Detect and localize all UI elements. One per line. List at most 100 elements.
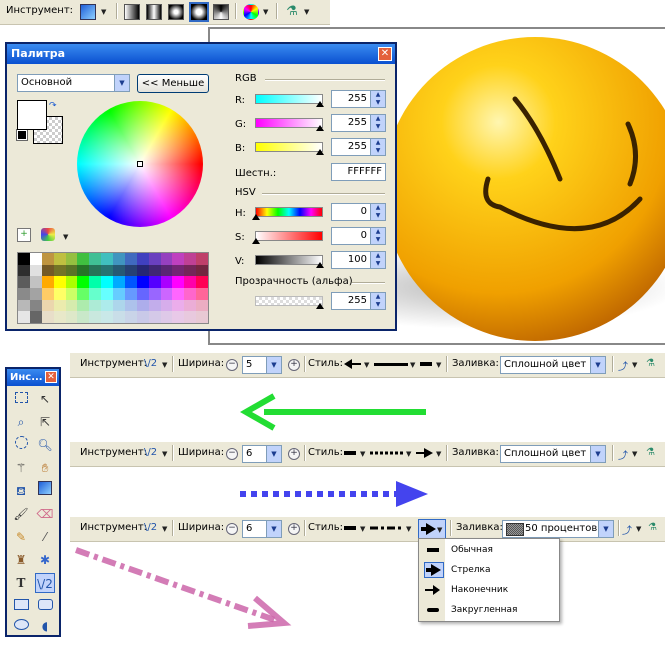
palette-swatch[interactable]	[172, 311, 185, 323]
alpha-slider[interactable]	[255, 296, 323, 306]
clone-stamp-icon[interactable]: ♜	[11, 550, 31, 570]
palette-swatch[interactable]	[148, 253, 161, 265]
s-slider[interactable]	[255, 231, 323, 241]
palette-swatch[interactable]	[172, 276, 185, 288]
freeform-shape-icon[interactable]: ◖	[35, 616, 55, 636]
palette-swatch[interactable]	[77, 288, 90, 300]
palette-swatch[interactable]	[89, 311, 102, 323]
start-arrow-cap-icon-1[interactable]	[342, 358, 362, 370]
flask-dropdown-icon[interactable]: ▼	[304, 8, 309, 16]
lasso-icon[interactable]: ⌕	[11, 412, 31, 432]
linear-reflected-gradient-icon[interactable]	[146, 4, 162, 20]
gradient-tool-icon[interactable]	[80, 4, 96, 20]
v-value-input[interactable]: 100 ▲ ▼	[331, 251, 386, 269]
palette-swatch[interactable]	[172, 264, 185, 277]
start-cap-dropdown-icon-1[interactable]: ▼	[364, 361, 369, 369]
antialias-icon-2[interactable]: ⤴	[618, 447, 628, 462]
palette-swatch[interactable]	[101, 311, 113, 323]
paintbrush-icon[interactable]: 🖌︎	[11, 504, 31, 524]
width-decrease-button-1[interactable]: −	[226, 359, 238, 371]
palette-swatch[interactable]	[136, 264, 149, 277]
fill-select-3[interactable]: 50 процентов ▼	[502, 520, 614, 538]
palette-swatch[interactable]	[113, 264, 125, 277]
palette-swatch[interactable]	[65, 276, 78, 288]
palette-swatch[interactable]	[65, 299, 78, 312]
palette-mode-select[interactable]: Основной ▼	[17, 74, 130, 92]
dash-style-dropdown-icon-1[interactable]: ▼	[410, 361, 415, 369]
palette-swatch[interactable]	[89, 299, 102, 312]
palette-swatch[interactable]	[65, 264, 78, 277]
palette-swatch[interactable]	[136, 288, 149, 300]
palette-swatch[interactable]	[148, 299, 161, 312]
palette-swatch[interactable]	[184, 299, 197, 312]
h-value-input[interactable]: 0 ▲ ▼	[331, 203, 386, 221]
palette-swatch[interactable]	[160, 253, 173, 265]
line-curve-icon-2[interactable]: \/2	[144, 447, 157, 458]
pan-hand-icon[interactable]: ✋︎	[35, 458, 55, 478]
width-select-1[interactable]: 5 ▼	[242, 356, 282, 374]
palette-swatch[interactable]	[113, 311, 125, 323]
magic-wand-icon[interactable]: ⚚	[11, 458, 31, 478]
palette-menu-icon[interactable]	[41, 228, 55, 241]
palette-swatch[interactable]	[53, 299, 66, 312]
palette-swatch[interactable]	[184, 253, 197, 265]
palette-swatch[interactable]	[41, 299, 54, 312]
palette-swatch[interactable]	[124, 288, 137, 300]
palette-swatch[interactable]	[160, 264, 173, 277]
rounded-rectangle-icon[interactable]	[35, 596, 55, 616]
v-slider-thumb[interactable]	[316, 262, 324, 268]
antialias-icon-1[interactable]: ⤴	[618, 358, 628, 373]
palette-swatch[interactable]	[89, 253, 102, 265]
width-increase-button-3[interactable]: +	[288, 523, 300, 535]
palette-swatch[interactable]	[29, 288, 42, 300]
palette-swatch[interactable]	[172, 253, 185, 265]
palette-swatch[interactable]	[196, 299, 208, 312]
start-cap-flat-icon-2[interactable]	[342, 447, 358, 459]
palette-swatch[interactable]	[160, 288, 173, 300]
s-value-input[interactable]: 0 ▲ ▼	[331, 227, 386, 245]
palette-swatch[interactable]	[29, 311, 42, 323]
palette-swatch[interactable]	[113, 253, 125, 265]
recolor-icon[interactable]: ✱	[35, 550, 55, 570]
palette-swatch[interactable]	[41, 311, 54, 323]
h-slider-thumb[interactable]	[252, 214, 260, 220]
flask-icon-1[interactable]: ⚗	[646, 358, 655, 369]
palette-swatch[interactable]	[113, 299, 125, 312]
antialias-dropdown-icon-3[interactable]: ▼	[636, 525, 641, 533]
palette-swatch[interactable]	[89, 276, 102, 288]
palette-swatch[interactable]	[29, 299, 42, 312]
line-curve-icon-1[interactable]: \/2	[144, 358, 157, 369]
palette-swatch[interactable]	[184, 264, 197, 277]
line-tool-dropdown-icon-2[interactable]: ▼	[162, 450, 167, 458]
palette-swatch[interactable]	[113, 288, 125, 300]
palette-swatch[interactable]	[65, 253, 78, 265]
s-slider-thumb[interactable]	[252, 238, 260, 244]
v-slider[interactable]	[255, 255, 323, 265]
rectangle-icon[interactable]	[11, 596, 31, 616]
palette-swatch[interactable]	[101, 276, 113, 288]
r-slider-thumb[interactable]	[316, 101, 324, 107]
end-cap-dropdown-icon-2[interactable]: ▼	[436, 450, 441, 458]
tool-dropdown-icon[interactable]: ▼	[101, 8, 106, 16]
antialias-dropdown-icon-1[interactable]: ▼	[632, 361, 637, 369]
flask-icon-3[interactable]: ⚗	[648, 522, 657, 533]
ellipse-select-icon[interactable]	[11, 435, 31, 455]
alpha-slider-thumb[interactable]	[316, 303, 324, 309]
fill-select-2[interactable]: Сплошной цвет ▼	[500, 445, 606, 463]
line-tool-dropdown-icon-3[interactable]: ▼	[162, 525, 167, 533]
dash-style-dropdown-icon-2[interactable]: ▼	[406, 450, 411, 458]
palette-swatch[interactable]	[18, 253, 30, 265]
width-select-3[interactable]: 6 ▼	[242, 520, 282, 538]
g-slider[interactable]	[255, 118, 323, 128]
palette-swatch[interactable]	[160, 276, 173, 288]
palette-swatch[interactable]	[65, 288, 78, 300]
dash-style-solid-icon-1[interactable]	[374, 358, 408, 370]
b-slider[interactable]	[255, 142, 323, 152]
palette-swatch[interactable]	[196, 311, 208, 323]
palette-swatch[interactable]	[53, 311, 66, 323]
palette-swatch[interactable]	[136, 253, 149, 265]
palette-swatch[interactable]	[124, 253, 137, 265]
palette-swatch[interactable]	[41, 253, 54, 265]
pencil-icon[interactable]: ✎	[11, 527, 31, 547]
zoom-icon[interactable]: 🔍︎	[35, 435, 55, 455]
